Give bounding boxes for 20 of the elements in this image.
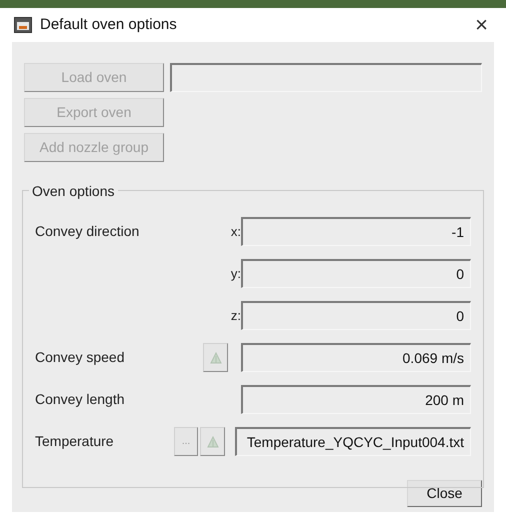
picker-button[interactable]	[203, 343, 228, 372]
field-label: Temperature	[35, 432, 115, 451]
field-label: Convey speed	[35, 348, 126, 367]
input-field[interactable]: 0	[241, 301, 471, 330]
axis-label: x:	[230, 222, 241, 241]
input-field[interactable]: Temperature_YQCYC_Input004.txt	[235, 427, 471, 456]
input-field[interactable]: 0	[241, 259, 471, 288]
oven-icon	[14, 17, 32, 33]
oven-path-field[interactable]	[170, 63, 482, 92]
axis-label: y:	[230, 264, 241, 283]
input-field[interactable]: 200 m	[241, 385, 471, 414]
close-button[interactable]: ×	[471, 14, 492, 36]
input-field[interactable]: -1	[241, 217, 471, 246]
close-dialog-button[interactable]: Close	[407, 480, 482, 507]
field-label: Convey direction	[35, 222, 140, 241]
picker-button[interactable]	[200, 427, 225, 456]
input-field[interactable]: 0.069 m/s	[241, 343, 471, 372]
field-label: Convey length	[35, 390, 126, 409]
axis-label: z:	[230, 306, 241, 325]
window-title: Default oven options	[40, 14, 177, 35]
